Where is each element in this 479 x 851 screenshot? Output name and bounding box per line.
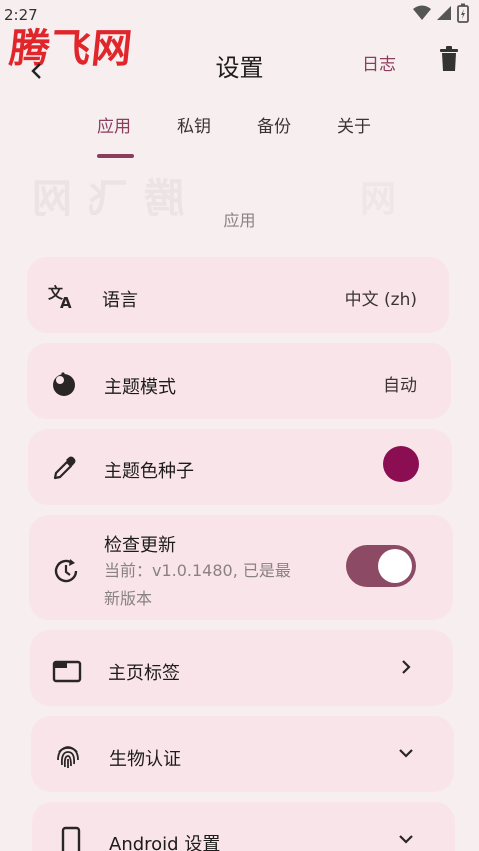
setting-theme-seed[interactable]: 主题色种子 [28,429,452,505]
translate-icon: 文 A [47,281,77,311]
page-title: 设置 [215,54,264,82]
setting-theme-mode-value: 自动 [383,376,417,396]
setting-theme-mode[interactable]: 主题模式 自动 [27,343,451,419]
tab-indicator [97,154,134,158]
setting-theme-mode-label: 主题模式 [104,377,176,398]
section-header: 应用 [223,211,256,230]
battery-icon [457,3,469,23]
setting-android-label: Android 设置 [109,834,221,851]
wifi-icon [413,5,431,20]
tab-backup[interactable]: 备份 [257,112,291,137]
tab-bar: 应用 私钥 备份 关于 [0,112,479,162]
setting-check-update-sub-2: 新版本 [104,589,153,608]
setting-home-tabs[interactable]: 主页标签 [30,630,453,706]
signal-icon [437,6,451,20]
tab-keys[interactable]: 私钥 [177,112,211,137]
setting-check-update[interactable]: 检查更新 当前：v1.0.1480, 已是最 新版本 [29,515,453,620]
chevron-down-icon [399,835,413,844]
tab-app[interactable]: 应用 [97,112,131,137]
setting-theme-seed-label: 主题色种子 [104,461,194,482]
setting-biometric-label: 生物认证 [109,749,181,770]
update-toggle-knob [378,549,412,583]
settings-screen: 2:27 腾飞网 腾飞网 网 设置 日志 应用 私钥 备份 关于 应用 文 A … [0,0,479,851]
log-button[interactable]: 日志 [362,50,396,75]
theme-mode-icon [49,369,79,399]
fingerprint-icon [53,740,83,770]
update-icon [51,556,81,586]
status-icons [413,3,469,23]
tab-about[interactable]: 关于 [337,112,371,137]
update-toggle[interactable] [346,545,416,587]
chevron-right-icon [402,660,411,674]
setting-home-tabs-label: 主页标签 [108,663,180,684]
setting-biometric[interactable]: 生物认证 [31,716,454,792]
theme-color-swatch[interactable] [383,446,419,482]
chevron-down-icon [399,749,413,758]
eyedropper-icon [50,453,80,483]
svg-text:A: A [60,294,72,311]
tab-icon [52,656,82,686]
trash-icon[interactable] [438,46,460,72]
setting-language[interactable]: 文 A 语言 中文 (zh) [27,257,449,333]
setting-language-label: 语言 [102,290,138,311]
setting-check-update-label: 检查更新 [104,535,176,556]
setting-check-update-sub-1: 当前：v1.0.1480, 已是最 [104,561,291,580]
phone-icon [56,826,86,851]
setting-language-value: 中文 (zh) [344,290,417,310]
setting-android[interactable]: Android 设置 [32,802,455,851]
